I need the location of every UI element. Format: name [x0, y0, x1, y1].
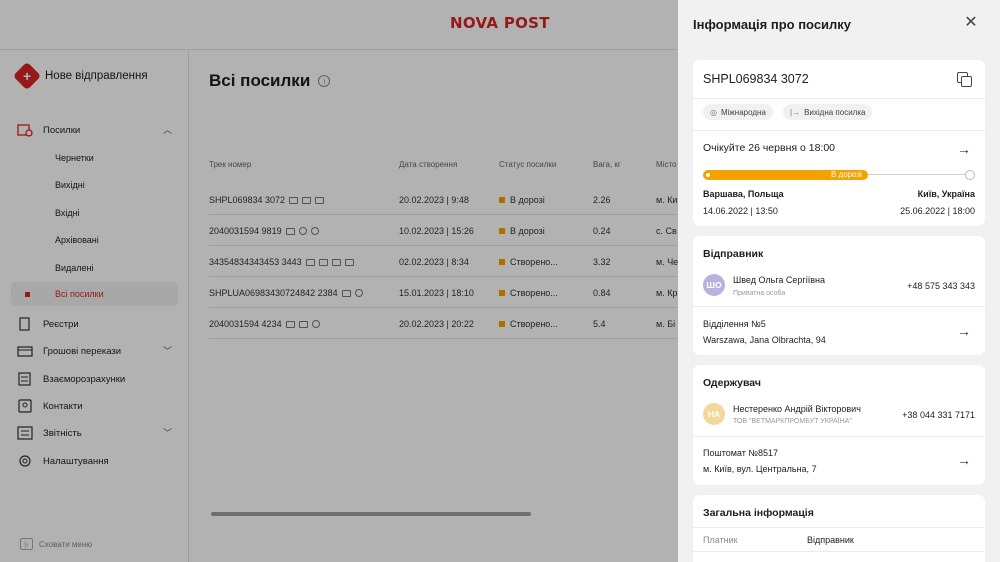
parcel-info-drawer: Інформація про посилку ✕ SHPL069834 3072…: [678, 0, 1000, 562]
progress-fill: В дорозі: [703, 170, 868, 180]
recipient-company: ТОВ "ВЕТМАРКПРОМБУТ УКРАЇНА": [733, 418, 852, 425]
progress-start-dot: [706, 173, 710, 177]
section-title: Одержувач: [703, 377, 761, 389]
recipient-name: Нестеренко Андрій Вікторович: [733, 404, 861, 414]
recipient-branch: Поштомат №8517: [703, 448, 779, 458]
general-info-card: Загальна інформація Платник Відправник: [693, 495, 985, 562]
destination-date: 25.06.2022 | 18:00: [900, 206, 975, 216]
divider: [693, 130, 985, 131]
tag-label: Вихідна посилка: [804, 107, 866, 117]
recipient-address: м. Київ, вул. Центральна, 7: [703, 464, 817, 474]
sender-branch: Відділення №5: [703, 319, 766, 329]
tracking-card: SHPL069834 3072 ◎ Міжнародна |→ Вихідна …: [693, 60, 985, 226]
divider: [693, 436, 985, 437]
copy-icon[interactable]: [957, 72, 972, 87]
track-number: SHPL069834 3072: [703, 72, 809, 86]
tag-label: Міжнародна: [720, 107, 766, 117]
sender-card: Відправник ШО Швед Ольга Сергіївна Прива…: [693, 236, 985, 355]
origin-city: Варшава, Польща: [703, 189, 784, 199]
arrow-right-icon[interactable]: →: [957, 142, 971, 156]
tag-outgoing: |→ Вихідна посилка: [783, 104, 873, 120]
payer-label: Платник: [703, 535, 738, 545]
sender-name: Швед Ольга Сергіївна: [733, 275, 825, 285]
origin-date: 14.06.2022 | 13:50: [703, 206, 778, 216]
delivery-progress: В дорозі: [703, 170, 975, 180]
avatar: НА: [703, 403, 725, 425]
drawer-title: Інформація про посилку: [693, 17, 852, 32]
sender-phone: +48 575 343 343: [907, 281, 975, 291]
payer-value: Відправник: [807, 535, 854, 545]
progress-label: В дорозі: [830, 170, 862, 179]
tag-international: ◎ Міжнародна: [703, 104, 773, 120]
avatar: ШО: [703, 274, 725, 296]
drawer-header: Інформація про посилку ✕: [678, 0, 1000, 50]
divider: [693, 306, 985, 307]
expected-delivery: Очікуйте 26 червня о 18:00: [703, 142, 836, 154]
section-title: Загальна інформація: [703, 507, 814, 519]
sender-type: Приватна особа: [733, 290, 786, 297]
outgoing-icon: |→: [790, 107, 801, 117]
arrow-right-icon[interactable]: →: [957, 324, 971, 338]
globe-icon: ◎: [710, 107, 717, 117]
modal-overlay[interactable]: [0, 0, 678, 562]
section-title: Відправник: [703, 248, 764, 260]
progress-end-dot: [965, 170, 975, 180]
divider: [693, 551, 985, 552]
recipient-phone: +38 044 331 7171: [902, 410, 975, 420]
divider: [693, 98, 985, 99]
arrow-right-icon[interactable]: →: [957, 453, 971, 467]
recipient-card: Одержувач НА Нестеренко Андрій Вікторови…: [693, 365, 985, 485]
destination-city: Київ, Україна: [917, 189, 975, 199]
divider: [693, 527, 985, 528]
close-icon[interactable]: ✕: [963, 15, 979, 31]
sender-address: Warszawa, Jana Olbrachta, 94: [703, 335, 826, 345]
